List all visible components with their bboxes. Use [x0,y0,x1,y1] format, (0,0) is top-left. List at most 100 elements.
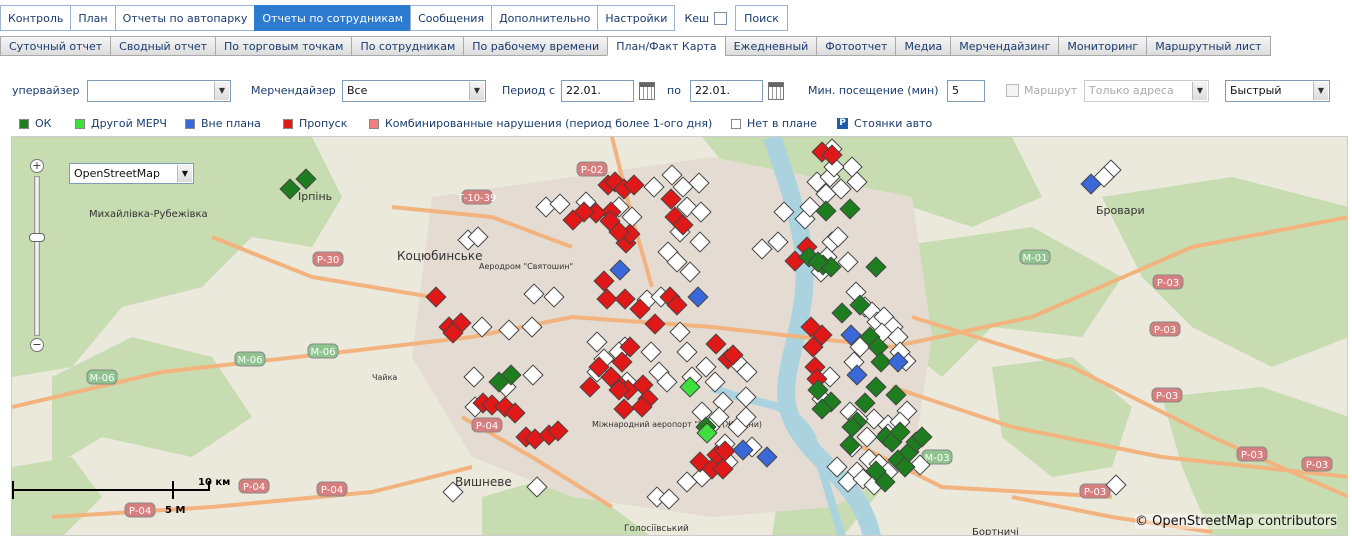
road-shield-label: М-06 [311,347,336,358]
nav-tab[interactable]: Контроль [0,5,72,31]
legend-label: ОК [35,117,52,130]
road-shield-label: М-03 [925,453,950,464]
legend-label: Стоянки авто [854,117,933,130]
calendar-icon[interactable] [639,82,655,100]
forest-area [992,357,1132,477]
road-shield-label: Р-02 [581,165,603,176]
cache-label: Кеш [684,11,710,25]
nav-tab[interactable]: Настройки [597,5,676,31]
report-tab[interactable]: План/Факт Карта [607,36,726,56]
report-tab[interactable]: По рабочему времени [463,36,609,56]
scale-mi-label: 5 M [165,505,186,516]
merch-select[interactable]: Все ▼ [342,80,486,102]
zoom-in-button[interactable]: + [30,159,44,173]
route-checkbox[interactable] [1006,84,1019,97]
chevron-down-icon: ▼ [177,165,192,182]
road-shield-label: М-01 [1023,253,1048,264]
period-to-label: по [667,84,681,97]
legend-label: Вне плана [201,117,261,130]
report-tab[interactable]: Суточный отчет [0,36,112,56]
map-layer-select[interactable]: OpenStreetMap ▼ [69,163,194,184]
min-visit-label: Мин. посещение (мин) [808,84,939,97]
scale-km-label: 10 км [198,477,231,488]
report-tab[interactable]: Маршрутный лист [1146,36,1271,56]
place-label: Вишневе [455,475,512,489]
nav-tab[interactable]: Дополнительно [491,5,599,31]
calendar-icon[interactable] [768,82,784,100]
road-shield-label: М-06 [90,373,115,384]
legend-label: Другой МЕРЧ [91,117,167,130]
filter-bar: упервайзер ▼ Мерчендайзер Все ▼ Период с … [0,80,1352,102]
road-shield-label: Р-03 [1154,325,1176,336]
speed-select[interactable]: Быстрый ▼ [1225,80,1330,102]
road [211,235,433,299]
report-tabs: Суточный отчет Сводный отчет По торговым т… [0,36,1271,56]
main-nav: Контроль План Отчеты по автопарку Отчеты по… [0,5,788,31]
cache-checkbox[interactable] [714,11,728,25]
forest-area [52,337,252,467]
route-select[interactable]: Только адреса ▼ [1084,80,1209,102]
legend-label: Комбинированные нарушения (период более … [385,117,713,130]
legend-item: Комбинированные нарушения (период более … [369,117,712,130]
report-tab[interactable]: По торговым точкам [215,36,353,56]
supervisor-select[interactable]: ▼ [87,80,231,102]
legend-item: Вне плана [185,117,261,130]
cache-toggle[interactable]: Кеш [674,5,733,31]
legend-swatch [75,118,85,129]
map-view[interactable]: Р-02 Т-10-39 Р-30 М-06 М-06 М-06 Р-04 М-01 Р-03 Р… [11,136,1348,536]
place-label: Чайка [372,373,397,382]
place-label: Голосіївський [624,524,689,534]
nav-tab[interactable]: План [70,5,116,31]
report-tab[interactable]: Сводный отчет [110,36,217,56]
legend-item: Пропуск [283,117,347,130]
route-label: Маршрут [1024,84,1078,97]
road-shield-label: Р-04 [243,482,265,493]
legend-item: P Стоянки авто [837,117,932,130]
road-shield-label: Р-04 [321,485,343,496]
map-legend: ОК Другой МЕРЧ Вне плана Пропуск Комбинирова… [0,117,1352,131]
legend-swatch [283,118,293,129]
zoom-slider-thumb[interactable] [29,233,45,242]
road-shield-label: Р-03 [1156,391,1178,402]
place-label: Бровари [1096,204,1145,217]
nav-tab[interactable]: Отчеты по автопарку [114,5,256,31]
zoom-bar: + − [28,159,46,355]
road-shield-label: М-06 [238,355,263,366]
period-from-label: Период с [502,84,556,97]
legend-swatch [369,118,379,129]
road-shield-label: Р-30 [317,255,339,266]
period-to-input[interactable]: 22.01. [690,80,763,102]
road-shield-label: Р-04 [476,421,498,432]
search-button[interactable]: Поиск [735,5,788,31]
place-label: Ірпінь [298,190,332,203]
chevron-down-icon: ▼ [1192,82,1207,100]
legend-item: Нет в плане [731,117,817,130]
min-visit-input[interactable]: 5 [947,80,985,102]
legend-item: ОК [19,117,51,130]
scale-bar: 10 км 5 M [12,477,232,517]
zoom-out-button[interactable]: − [30,338,44,352]
road-shield-label: Р-03 [1157,278,1179,289]
chevron-down-icon: ▼ [469,82,484,100]
report-tab[interactable]: По сотрудникам [351,36,465,56]
legend-swatch [185,118,195,129]
place-label: Бортничі [972,526,1019,536]
nav-tab[interactable]: Сообщения [410,5,493,31]
place-label: Михайлівка-Рубежівка [89,208,208,220]
zoom-track[interactable] [34,176,40,336]
road-shield-label: Р-03 [1084,487,1106,498]
road-shield-label: Т-10-39 [457,193,497,204]
period-from-input[interactable]: 22.01. [561,80,634,102]
report-tab[interactable]: Фотоотчет [816,36,897,56]
report-tab[interactable]: Ежедневный [724,36,818,56]
chevron-down-icon: ▼ [1313,82,1328,100]
report-tab[interactable]: Мерчендайзинг [950,36,1060,56]
place-label: Коцюбинське [397,249,482,263]
legend-label: Нет в плане [747,117,817,130]
supervisor-label: упервайзер [12,84,80,97]
merch-label: Мерчендайзер [251,84,336,97]
report-tab[interactable]: Медиа [895,36,952,56]
report-tab[interactable]: Мониторинг [1058,36,1148,56]
nav-tab[interactable]: Отчеты по сотрудникам [254,5,412,31]
legend-swatch [19,118,29,129]
